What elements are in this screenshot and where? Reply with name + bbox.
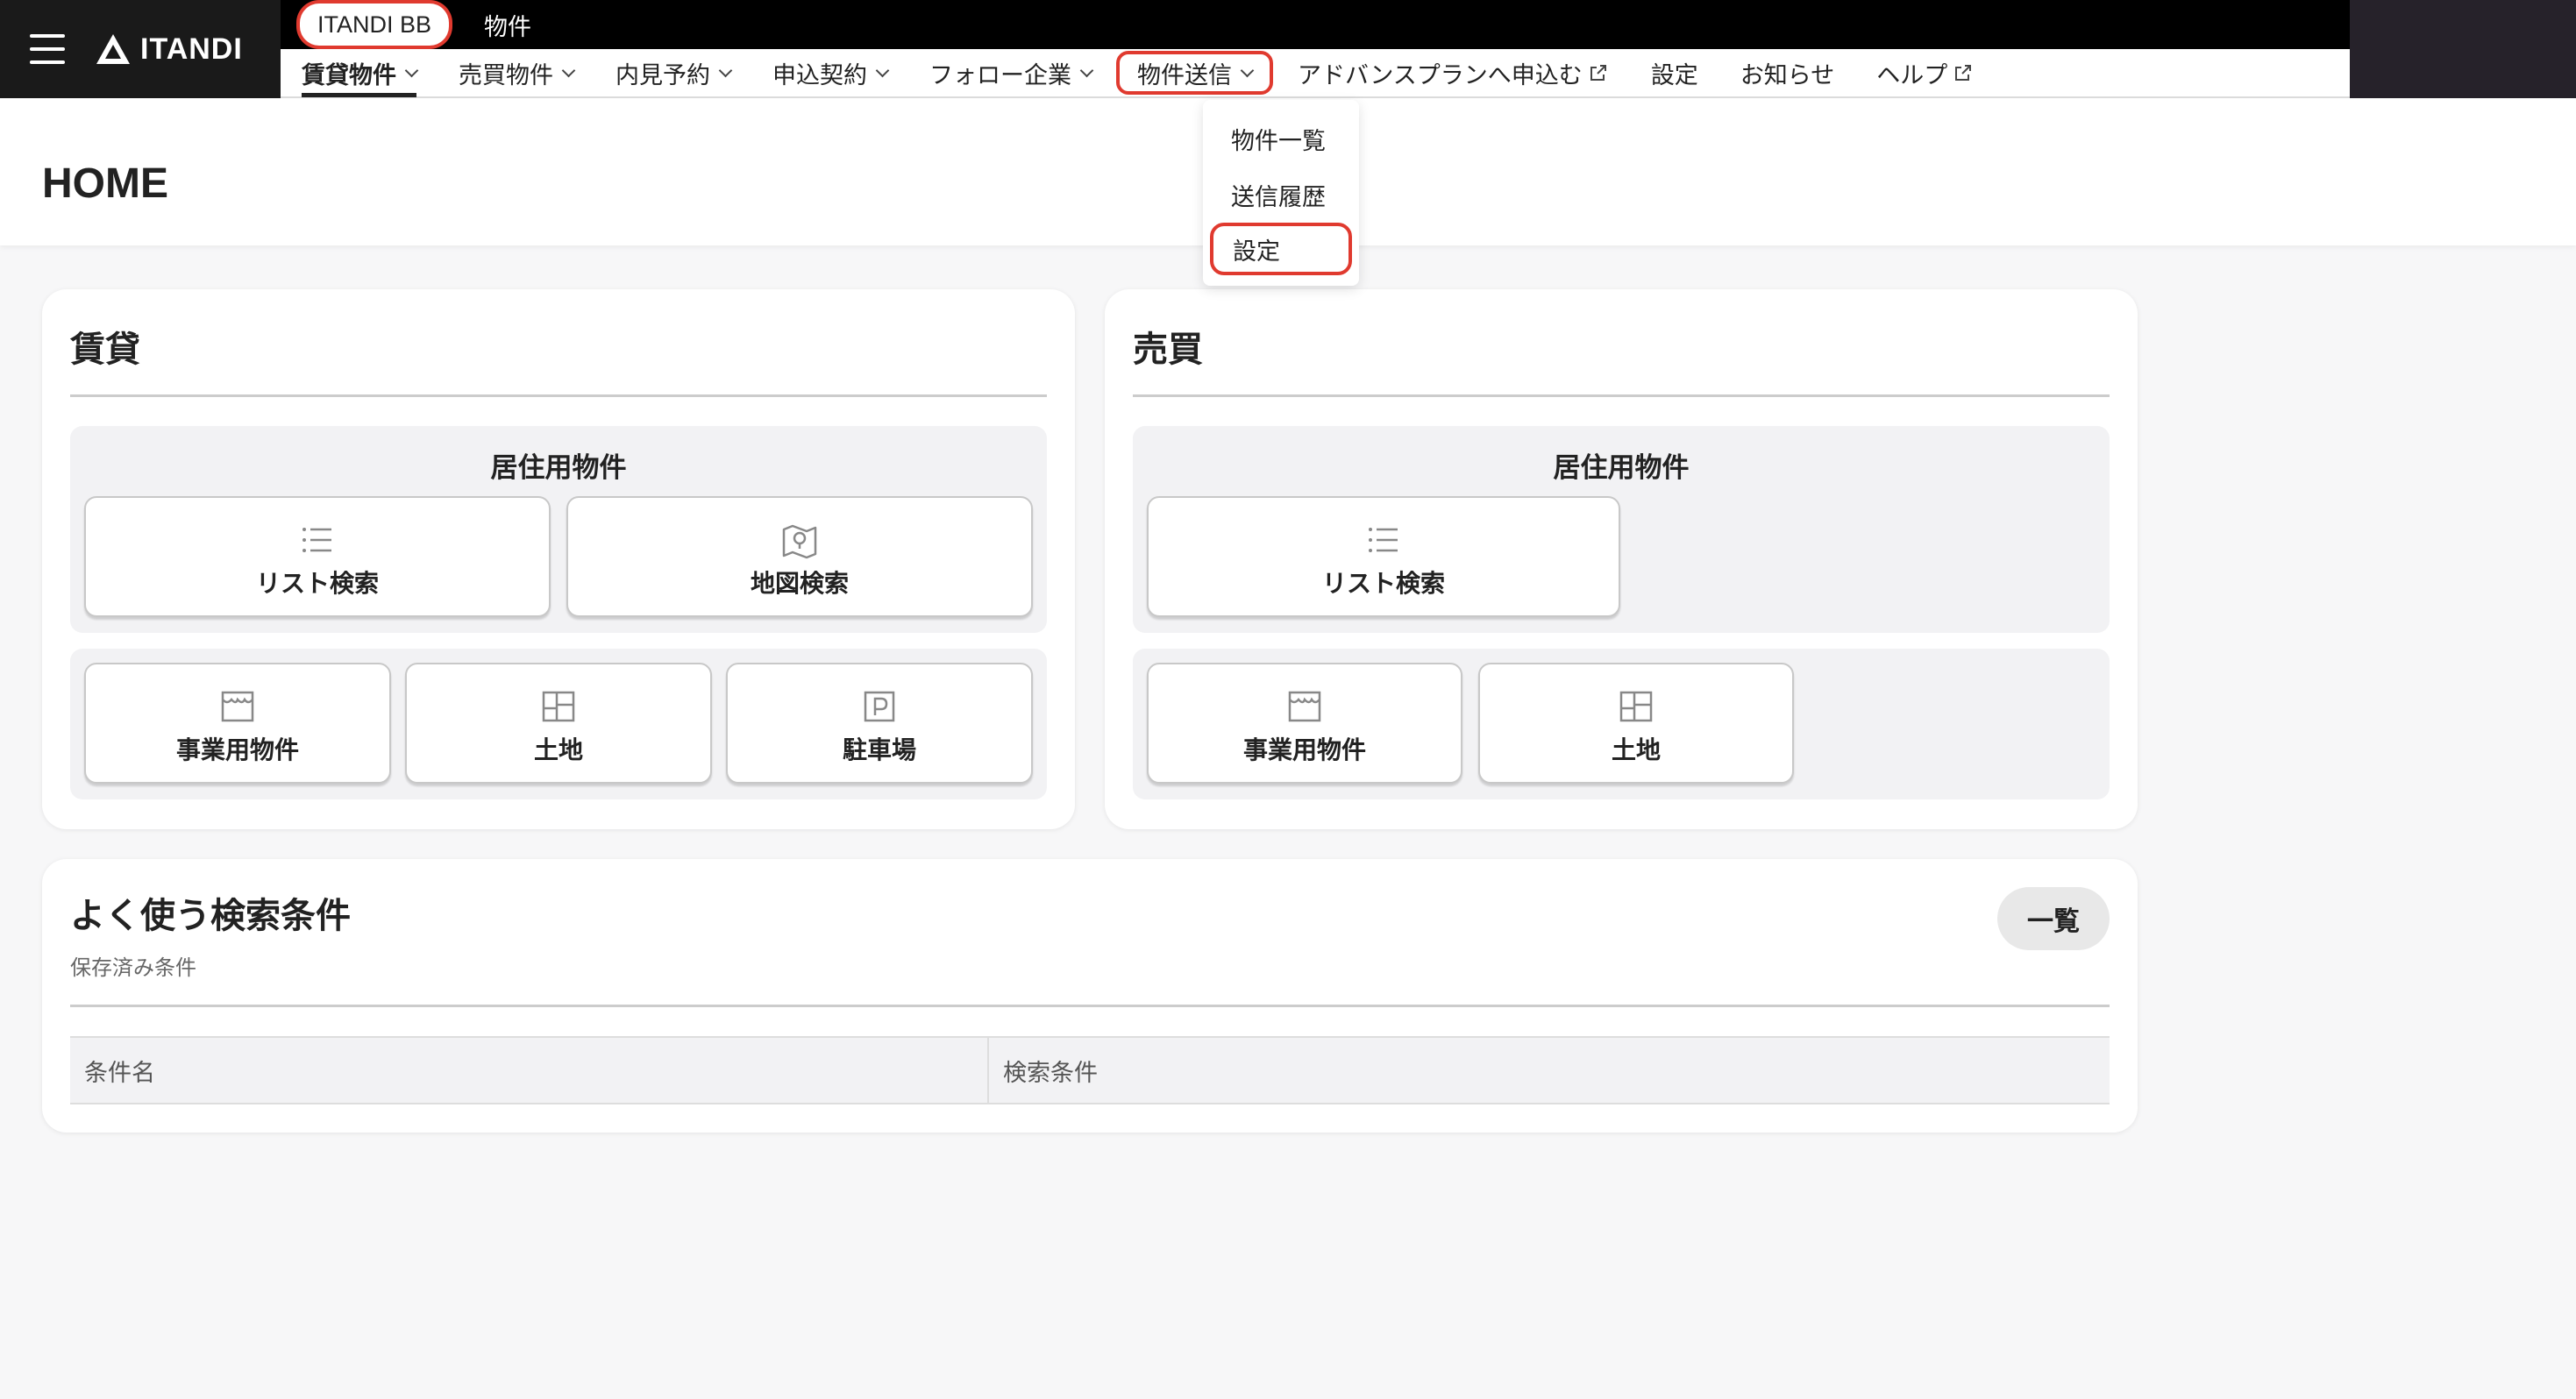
nav-sale-properties[interactable]: 売買物件: [438, 48, 594, 97]
nav-label: 内見予約: [616, 61, 710, 89]
external-link-icon: [1590, 65, 1606, 81]
rental-residential-group: 居住用物件 リスト検索 地図検索: [70, 426, 1047, 633]
nav-label: フォロー企業: [929, 61, 1071, 89]
itandi-logo[interactable]: ITANDI: [95, 32, 243, 67]
rental-commercial-button[interactable]: 事業用物件: [84, 663, 391, 784]
tile-label: リスト検索: [1321, 570, 1445, 597]
nav-label: アドバンスプランへ申込む: [1298, 61, 1583, 89]
sale-land-button[interactable]: 土地: [1478, 663, 1794, 784]
group-title: 居住用物件: [490, 452, 627, 483]
shop-icon: [1288, 691, 1321, 722]
nav-advance-plan[interactable]: アドバンスプランへ申込む: [1277, 48, 1630, 97]
nav-viewing-reservation[interactable]: 内見予約: [594, 48, 751, 97]
brand-bar: ITANDI: [0, 0, 281, 98]
nav-settings[interactable]: 設定: [1630, 48, 1719, 97]
dropdown-item-send-history[interactable]: 送信履歴: [1203, 167, 1359, 223]
dropdown-item-property-list[interactable]: 物件一覧: [1203, 110, 1359, 167]
nav-label: ヘルプ: [1876, 61, 1948, 89]
land-grid-icon: [1619, 691, 1653, 722]
divider: [70, 1005, 2110, 1007]
tile-label: リスト検索: [255, 570, 379, 597]
chevron-down-icon: [404, 63, 419, 77]
sale-residential-group: 居住用物件 リスト検索: [1133, 426, 2110, 633]
parking-icon: [864, 691, 895, 722]
sale-commercial-button[interactable]: 事業用物件: [1147, 663, 1462, 784]
nav-label: 売買物件: [459, 61, 553, 89]
card-title: 賃貸: [70, 330, 140, 369]
nav-help[interactable]: ヘルプ: [1855, 48, 1995, 97]
card-title: 売買: [1133, 330, 1203, 369]
chevron-down-icon: [561, 63, 576, 77]
service-tab-itandi-bb[interactable]: ITANDI BB: [300, 4, 450, 46]
section-subtitle: 保存済み条件: [70, 956, 196, 980]
sale-list-search-button[interactable]: リスト検索: [1147, 496, 1620, 617]
tile-label: 土地: [1611, 736, 1661, 763]
hamburger-menu-icon[interactable]: [30, 34, 65, 64]
divider: [1133, 394, 2110, 397]
nav-label: お知らせ: [1740, 61, 1835, 89]
saved-searches-table-header: 条件名 検索条件: [70, 1036, 2110, 1104]
rental-map-search-button[interactable]: 地図検索: [566, 496, 1033, 617]
nav-label: 賃貸物件: [302, 61, 396, 89]
rental-land-button[interactable]: 土地: [405, 663, 712, 784]
tile-label: 土地: [533, 736, 583, 763]
land-grid-icon: [542, 691, 575, 722]
rental-other-group: 事業用物件 土地 駐車場: [70, 649, 1047, 799]
tile-label: 事業用物件: [175, 736, 299, 763]
service-bar: ITANDI BB 物件: [281, 0, 2350, 49]
chevron-down-icon: [1079, 63, 1094, 77]
nav-follow-companies[interactable]: フォロー企業: [908, 48, 1113, 97]
external-link-icon: [1955, 65, 1972, 81]
section-title: よく使う検索条件: [70, 897, 351, 935]
sale-card: 売買 居住用物件 リスト検索 事業用物件 土地: [1105, 289, 2138, 829]
view-all-button[interactable]: 一覧: [1997, 887, 2110, 950]
nav-notifications[interactable]: お知らせ: [1719, 48, 1855, 97]
chevron-down-icon: [718, 63, 733, 77]
chevron-down-icon: [1240, 63, 1255, 77]
nav-rental-properties[interactable]: 賃貸物件: [281, 48, 438, 97]
rental-card: 賃貸 居住用物件 リスト検索 地図検索 事業用物件 土地 駐車場: [42, 289, 1075, 829]
divider: [70, 394, 1047, 397]
nav-application-contract[interactable]: 申込契約: [751, 48, 908, 97]
dropdown-item-settings[interactable]: 設定: [1210, 223, 1352, 275]
column-header-search-conditions: 検索条件: [987, 1038, 2110, 1103]
nav-label: 申込契約: [772, 61, 867, 89]
property-sending-dropdown: 物件一覧 送信履歴 設定: [1203, 100, 1359, 286]
shop-icon: [221, 691, 254, 722]
header-right-area: [2350, 0, 2576, 98]
column-header-condition-name: 条件名: [84, 1059, 155, 1086]
group-title: 居住用物件: [1553, 452, 1690, 483]
sale-other-group: 事業用物件 土地: [1133, 649, 2110, 799]
nav-label: 物件送信: [1137, 61, 1232, 89]
list-icon: [302, 528, 331, 552]
page-title: HOME: [42, 160, 168, 207]
tile-label: 地図検索: [750, 570, 849, 597]
list-icon: [1369, 528, 1398, 552]
main-nav: 賃貸物件 売買物件 内見予約 申込契約 フォロー企業 物件送信 アドバンスプラン…: [281, 49, 2350, 98]
tile-label: 駐車場: [842, 736, 916, 763]
nav-label: 設定: [1650, 61, 1698, 89]
service-tab-property[interactable]: 物件: [465, 4, 551, 46]
rental-parking-button[interactable]: 駐車場: [726, 663, 1033, 784]
chevron-down-icon: [875, 63, 890, 77]
tile-label: 事業用物件: [1242, 736, 1366, 763]
nav-property-sending[interactable]: 物件送信: [1116, 51, 1273, 95]
rental-list-search-button[interactable]: リスト検索: [84, 496, 551, 617]
itandi-logo-icon: [96, 34, 130, 64]
map-pin-icon: [782, 524, 817, 559]
saved-searches-card: よく使う検索条件 保存済み条件 一覧 条件名 検索条件: [42, 859, 2138, 1133]
logo-text: ITANDI: [140, 32, 243, 66]
